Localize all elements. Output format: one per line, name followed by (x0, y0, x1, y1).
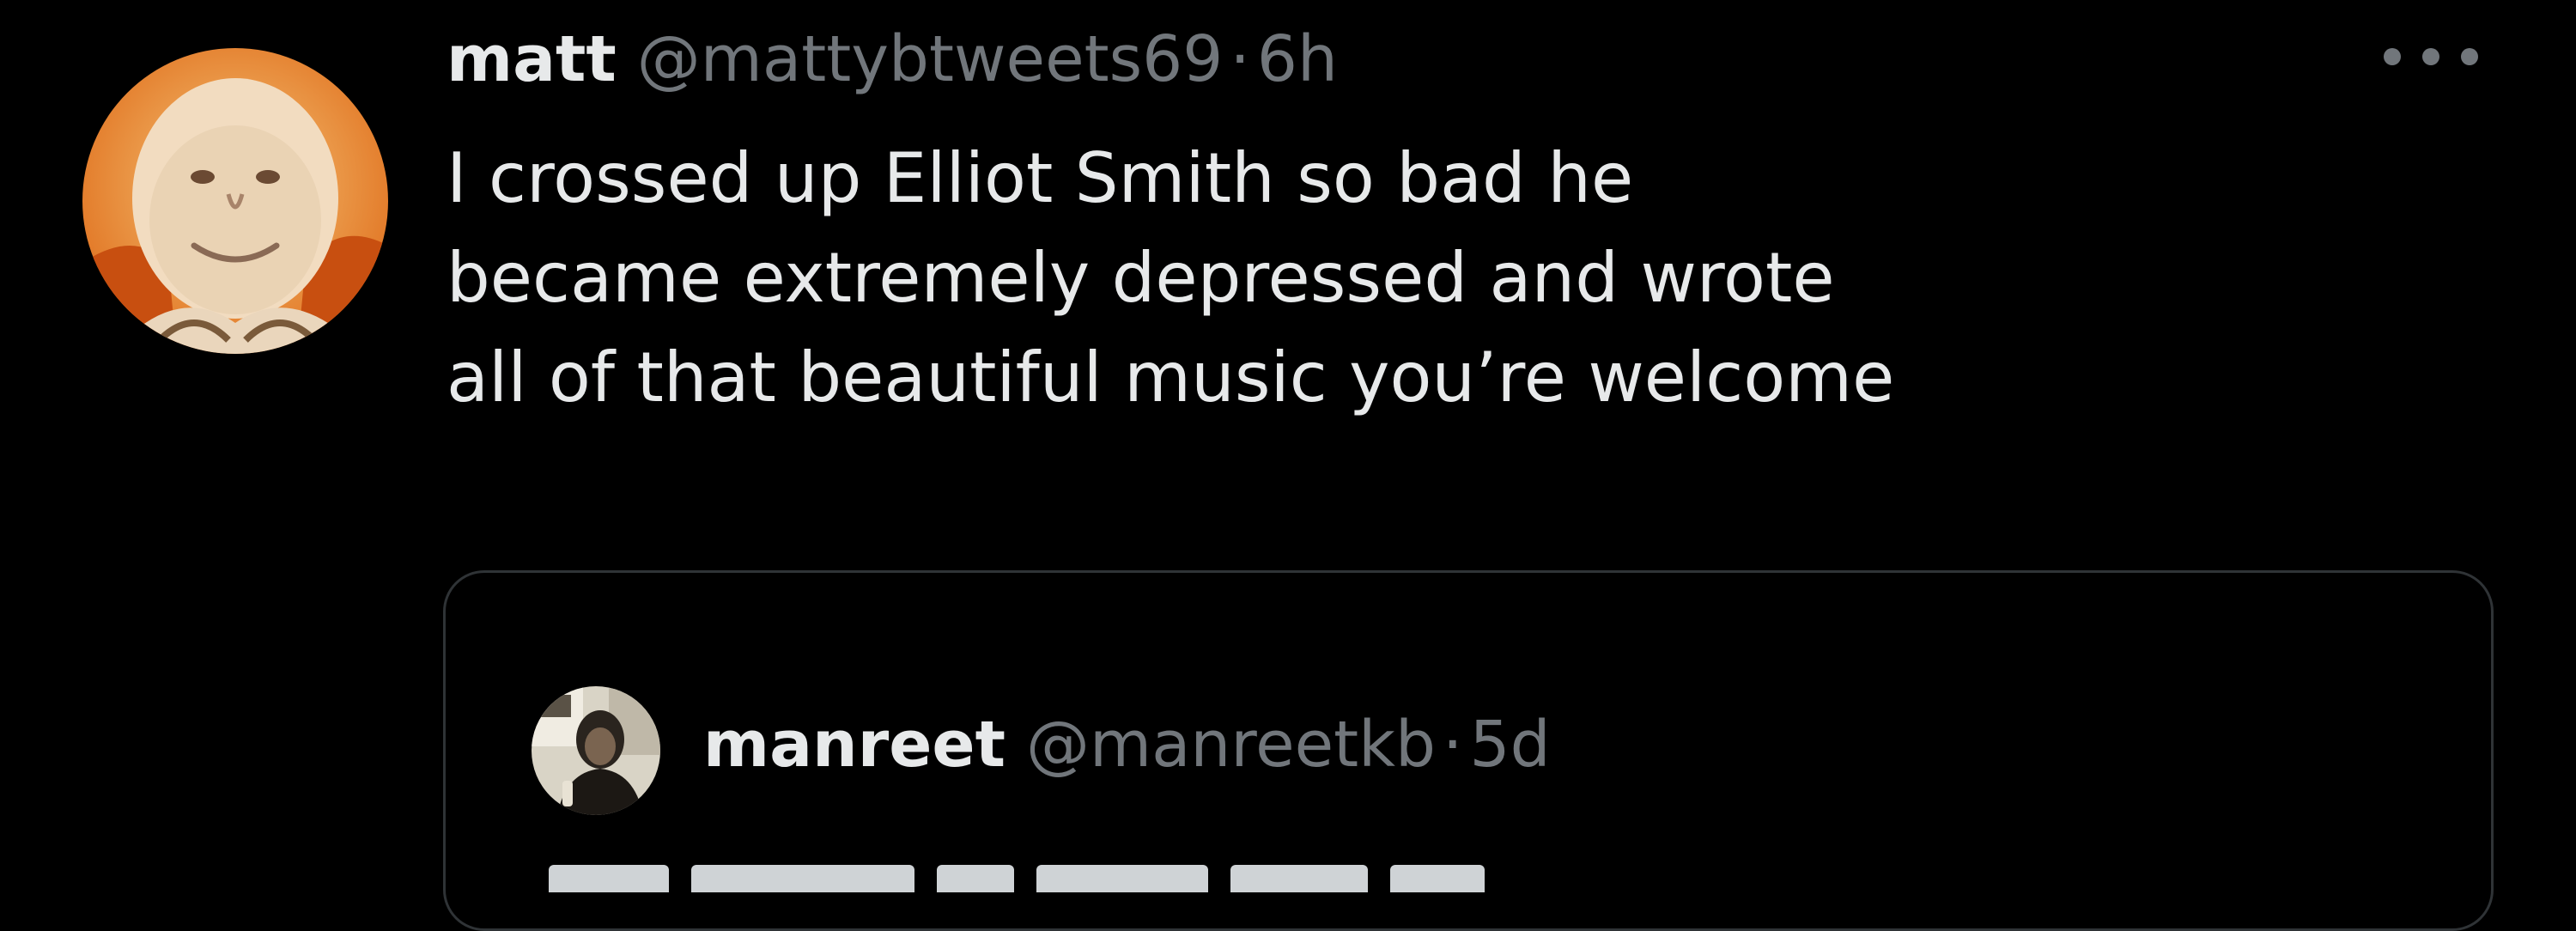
tweet-timestamp[interactable]: 6h (1257, 12, 1338, 106)
cropped-glyph (549, 865, 669, 892)
more-dot (2422, 48, 2439, 65)
quoted-header-separator: · (1443, 708, 1463, 782)
avatar-image (82, 48, 388, 354)
author-handle[interactable]: @mattybtweets69 (637, 12, 1224, 106)
tweet-text: I crossed up Elliot Smith so bad he beca… (447, 138, 1895, 417)
quoted-author-avatar[interactable] (532, 686, 660, 815)
cropped-glyph (691, 865, 914, 892)
quoted-author-handle[interactable]: @manreetkb (1026, 693, 1436, 796)
quoted-avatar-image (532, 686, 660, 815)
author-display-name[interactable]: matt (447, 12, 617, 106)
tweet[interactable]: matt @mattybtweets69 · 6h I crossed up E… (0, 0, 2576, 931)
cropped-glyph (1230, 865, 1368, 892)
more-dot (2461, 48, 2478, 65)
more-dot (2384, 48, 2401, 65)
quoted-tweet-text-cropped (549, 824, 1751, 892)
quoted-author-display-name[interactable]: manreet (703, 693, 1005, 796)
tweet-header: matt @mattybtweets69 · 6h (447, 12, 1338, 106)
cropped-glyph (1036, 865, 1208, 892)
author-avatar[interactable] (82, 48, 388, 354)
more-horizontal-icon[interactable] (2384, 31, 2478, 82)
cropped-text-fragment (549, 865, 1751, 892)
quoted-tweet-timestamp[interactable]: 5d (1470, 693, 1551, 796)
cropped-glyph (1390, 865, 1485, 892)
header-separator: · (1230, 22, 1250, 96)
quoted-tweet-header: manreet @manreetkb · 5d (703, 693, 1551, 796)
quoted-tweet-card[interactable]: manreet @manreetkb · 5d (443, 570, 2494, 931)
cropped-glyph (937, 865, 1014, 892)
